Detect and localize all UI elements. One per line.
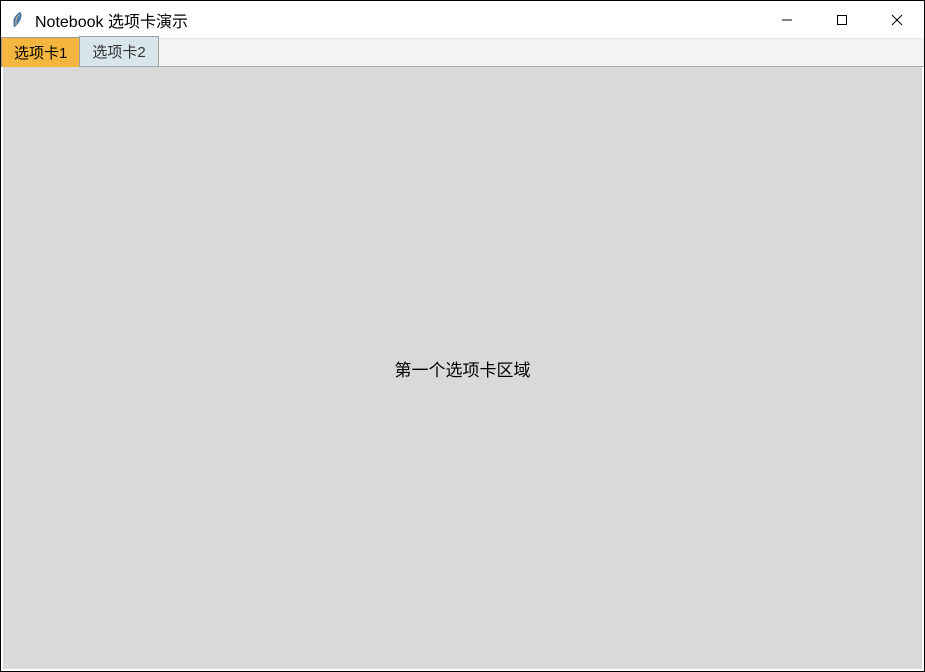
window-controls bbox=[759, 1, 924, 38]
maximize-button[interactable] bbox=[814, 1, 869, 39]
tab-1[interactable]: 选项卡1 bbox=[1, 37, 80, 67]
tab-content-panel: 第一个选项卡区域 bbox=[1, 67, 924, 671]
app-icon bbox=[9, 11, 27, 29]
window-title: Notebook 选项卡演示 bbox=[35, 8, 759, 32]
minimize-button[interactable] bbox=[759, 1, 814, 39]
tab-strip: 选项卡1 选项卡2 bbox=[1, 39, 924, 67]
titlebar[interactable]: Notebook 选项卡演示 bbox=[1, 1, 924, 39]
content-label: 第一个选项卡区域 bbox=[395, 356, 531, 381]
tab-2[interactable]: 选项卡2 bbox=[79, 36, 158, 66]
close-button[interactable] bbox=[869, 1, 924, 39]
app-window: Notebook 选项卡演示 选项卡1 选项卡2 第一个选项卡区域 bbox=[0, 0, 925, 672]
tab-label: 选项卡2 bbox=[92, 44, 145, 61]
tab-label: 选项卡1 bbox=[14, 45, 67, 62]
